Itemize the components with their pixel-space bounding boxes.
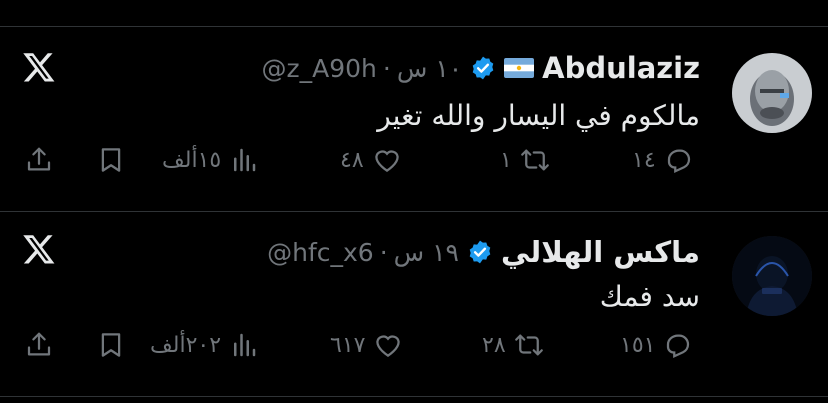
tweet-meta: @hfc_x6 · ١٩ س	[267, 238, 459, 267]
share-button[interactable]	[24, 145, 54, 175]
reply-button[interactable]: ١٥١	[620, 330, 693, 360]
views-button[interactable]: ٢٠٢ألف	[150, 330, 259, 360]
like-count: ٦١٧	[330, 332, 366, 358]
views-button[interactable]: ١٥ألف	[162, 145, 259, 175]
bookmark-button[interactable]	[96, 145, 126, 175]
display-name[interactable]: Abdulaziz	[542, 51, 700, 85]
retweet-icon	[514, 330, 544, 360]
tweet-actions: ١٤ ١ ٤٨ ١٥ألف	[0, 145, 828, 185]
reply-count: ١٤	[632, 147, 656, 173]
views-icon	[229, 145, 259, 175]
tweet-header: ماكس الهلالي @hfc_x6 · ١٩ س	[267, 235, 700, 269]
reply-icon	[664, 145, 694, 175]
share-icon	[24, 330, 54, 360]
heart-icon	[373, 330, 403, 360]
tweet-2[interactable]: ماكس الهلالي @hfc_x6 · ١٩ س سد فمك ١٥١ ٢…	[0, 212, 828, 397]
retweet-count: ٢٨	[482, 332, 506, 358]
reply-button[interactable]: ١٤	[632, 145, 694, 175]
share-button[interactable]	[24, 330, 54, 360]
timestamp[interactable]: ١٠ س	[397, 54, 462, 83]
share-icon	[24, 145, 54, 175]
tweet-header: Abdulaziz @z_A90h · ١٠ س	[262, 51, 701, 85]
meta-separator: ·	[382, 53, 391, 83]
verified-badge-icon	[470, 55, 496, 81]
tweet-1[interactable]: Abdulaziz @z_A90h · ١٠ س مالكوم في اليسا…	[0, 27, 828, 212]
bookmark-icon	[96, 145, 126, 175]
meta-separator: ·	[379, 237, 388, 267]
tweet-meta: @z_A90h · ١٠ س	[262, 54, 463, 83]
retweet-button[interactable]: ١	[500, 145, 550, 175]
handle[interactable]: @z_A90h	[262, 54, 377, 83]
display-name[interactable]: ماكس الهلالي	[501, 235, 700, 269]
views-count: ١٥ألف	[162, 147, 222, 173]
like-button[interactable]: ٤٨	[340, 145, 402, 175]
like-count: ٤٨	[340, 147, 364, 173]
like-button[interactable]: ٦١٧	[330, 330, 403, 360]
timeline: Abdulaziz @z_A90h · ١٠ س مالكوم في اليسا…	[0, 0, 828, 403]
avatar[interactable]	[732, 236, 812, 316]
handle[interactable]: @hfc_x6	[267, 238, 374, 267]
reply-count: ١٥١	[620, 332, 656, 358]
x-logo-icon[interactable]	[22, 50, 56, 84]
views-icon	[229, 330, 259, 360]
timestamp[interactable]: ١٩ س	[394, 238, 459, 267]
retweet-count: ١	[500, 147, 512, 173]
views-count: ٢٠٢ألف	[150, 332, 222, 358]
reply-icon	[663, 330, 693, 360]
verified-badge-icon	[467, 239, 493, 265]
divider	[0, 396, 828, 397]
flag-emoji	[504, 58, 535, 78]
avatar[interactable]	[732, 53, 812, 133]
heart-icon	[372, 145, 402, 175]
tweet-actions: ١٥١ ٢٨ ٦١٧ ٢٠٢ألف	[0, 330, 828, 370]
tweet-text: مالكوم في اليسار والله تغير	[377, 99, 700, 132]
retweet-icon	[520, 145, 550, 175]
retweet-button[interactable]: ٢٨	[482, 330, 544, 360]
bookmark-icon	[96, 330, 126, 360]
tweet-text: سد فمك	[599, 280, 700, 313]
bookmark-button[interactable]	[96, 330, 126, 360]
x-logo-icon[interactable]	[22, 232, 56, 266]
